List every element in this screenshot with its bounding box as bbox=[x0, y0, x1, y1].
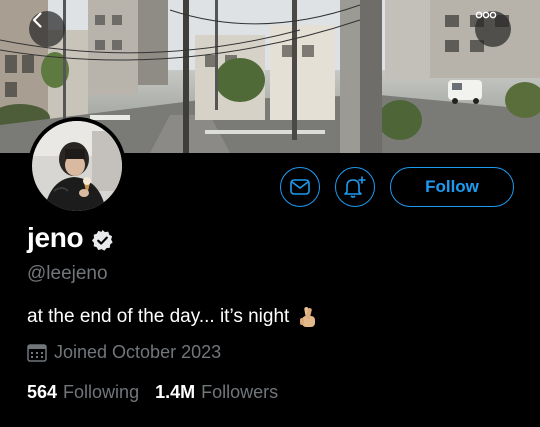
followers-link[interactable]: 1.4M Followers bbox=[155, 382, 294, 403]
following-link[interactable]: 564 Following bbox=[27, 382, 155, 403]
follow-stats: 564 Following 1.4M Followers bbox=[27, 382, 294, 403]
display-name: jeno bbox=[27, 222, 84, 253]
mail-icon bbox=[290, 179, 310, 195]
bio: at the end of the day... it’s night bbox=[27, 305, 319, 329]
calendar-icon bbox=[27, 343, 47, 362]
followers-count: 1.4M bbox=[155, 382, 196, 402]
bio-text: at the end of the day... it’s night bbox=[27, 306, 290, 327]
message-button[interactable] bbox=[280, 167, 320, 207]
profile-avatar[interactable] bbox=[28, 117, 126, 215]
back-chevron-icon bbox=[32, 12, 42, 28]
followers-label: Followers bbox=[201, 382, 279, 402]
more-dots-icon bbox=[475, 11, 497, 19]
following-count: 564 bbox=[27, 382, 58, 402]
handle: @leejeno bbox=[27, 263, 108, 284]
crossed-fingers-emoji bbox=[300, 307, 316, 327]
follow-button[interactable]: Follow bbox=[390, 167, 514, 207]
joined-date: Joined October 2023 bbox=[54, 342, 222, 362]
notifications-button[interactable] bbox=[335, 167, 375, 207]
more-options-button[interactable] bbox=[475, 11, 511, 47]
joined-date-row: Joined October 2023 bbox=[27, 342, 221, 363]
avatar-photo bbox=[32, 121, 122, 211]
name-row: jeno bbox=[27, 222, 114, 254]
back-button[interactable] bbox=[29, 11, 65, 47]
following-label: Following bbox=[63, 382, 140, 402]
bell-plus-icon bbox=[344, 176, 366, 198]
verified-badge-icon[interactable] bbox=[91, 229, 114, 252]
